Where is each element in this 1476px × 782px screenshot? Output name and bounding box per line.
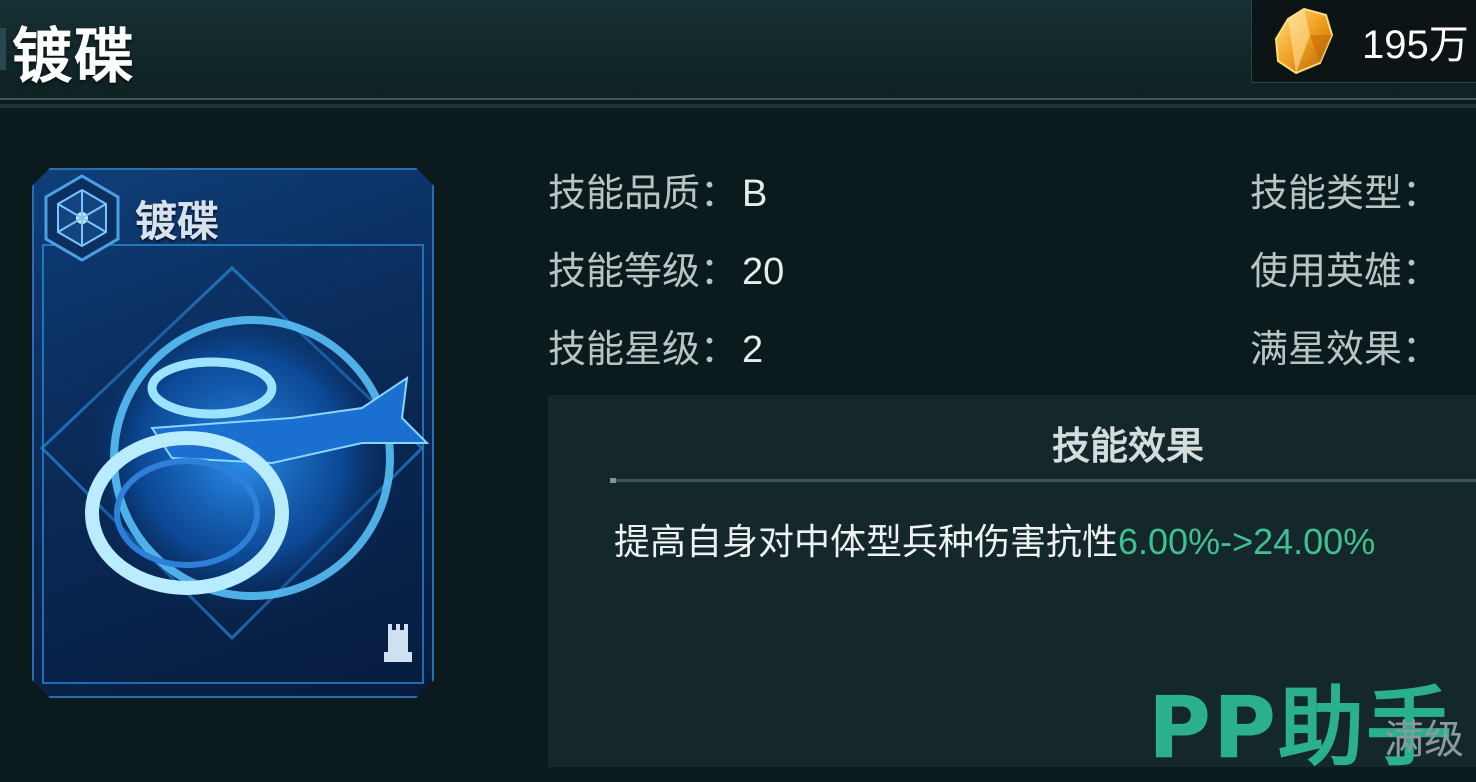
skill-level-label: 技能等级：	[548, 251, 739, 293]
currency-display[interactable]: 195万	[1251, 0, 1476, 83]
skill-type-label: 技能类型：	[1250, 173, 1441, 215]
page-title: 镀碟	[12, 22, 136, 92]
skill-card[interactable]: 镀碟	[32, 168, 434, 698]
skill-star-value: 2	[742, 329, 764, 371]
amber-crystal-icon	[1274, 7, 1334, 75]
skill-star-label: 技能星级：	[548, 329, 739, 371]
effect-title: 技能效果	[1051, 423, 1204, 468]
skill-effect-panel: 技能效果 提高自身对中体型兵种伤害抗性6.00%->24.00% PP助手 满级	[548, 395, 1476, 778]
header-divider	[0, 104, 1476, 108]
tower-icon	[384, 624, 412, 662]
skill-star-row: 技能星级： 2	[548, 318, 763, 373]
skill-quality-value: B	[742, 173, 768, 215]
max-level-label: 满级	[1384, 717, 1464, 763]
hero-usage-label: 使用英雄：	[1250, 251, 1441, 293]
max-star-effect-label: 满星效果：	[1250, 329, 1441, 371]
currency-amount: 195万	[1362, 23, 1469, 67]
header-bar: 镀碟 195万	[0, 0, 1476, 100]
skill-level-row: 技能等级： 20	[548, 240, 784, 295]
effect-value: 6.00%->24.00%	[1118, 521, 1376, 562]
max-star-effect-row: 满星效果：	[1250, 318, 1444, 373]
card-title: 镀碟	[135, 197, 220, 246]
header-accent	[0, 28, 6, 70]
skill-quality-label: 技能品质：	[548, 173, 739, 215]
effect-text: 提高自身对中体型兵种伤害抗性	[614, 521, 1119, 562]
ring-ship-icon	[39, 265, 430, 641]
effect-description: 提高自身对中体型兵种伤害抗性6.00%->24.00%	[614, 513, 1375, 565]
skill-type-row: 技能类型：	[1250, 162, 1444, 217]
hexagon-emblem-icon	[44, 174, 120, 262]
skill-level-value: 20	[742, 251, 785, 293]
hero-usage-row: 使用英雄：	[1250, 240, 1444, 295]
effect-divider	[610, 478, 1476, 483]
skill-quality-row: 技能品质： B	[548, 162, 767, 217]
